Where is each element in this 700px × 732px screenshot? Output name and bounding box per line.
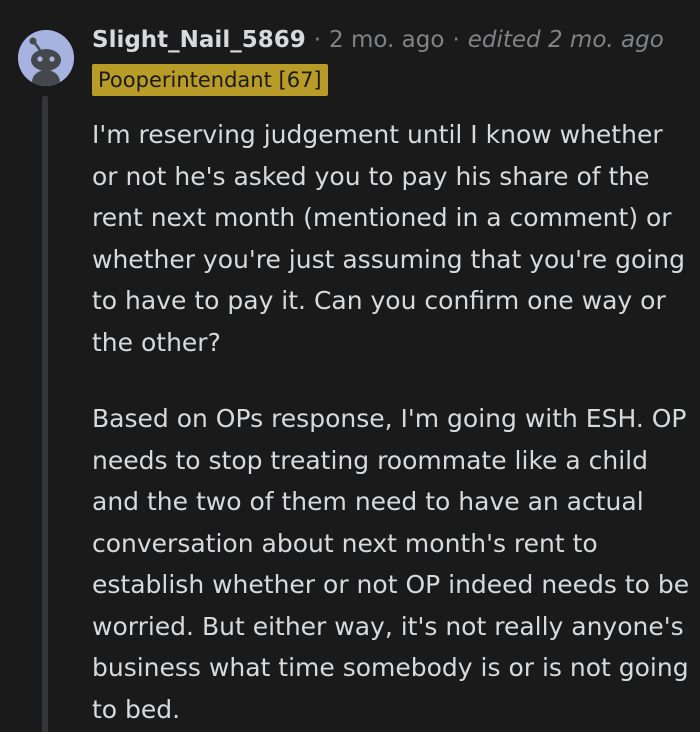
- comment-body: I'm reserving judgement until I know whe…: [92, 114, 692, 730]
- meta-separator: ·: [313, 27, 322, 53]
- comment-timestamp[interactable]: 2 mo. ago: [329, 27, 444, 53]
- snoo-avatar-icon: [18, 30, 74, 86]
- comment-header: Slight_Nail_5869 · 2 mo. ago · edited 2 …: [92, 22, 664, 58]
- username-link[interactable]: Slight_Nail_5869: [92, 27, 306, 53]
- meta-separator: ·: [452, 27, 460, 53]
- thread-collapse-line[interactable]: [42, 96, 48, 732]
- edited-timestamp: edited 2 mo. ago: [467, 27, 664, 53]
- comment-paragraph: I'm reserving judgement until I know whe…: [92, 120, 685, 357]
- comment-paragraph: Based on OPs response, I'm going with ES…: [92, 404, 690, 724]
- user-avatar[interactable]: [18, 30, 74, 86]
- user-flair: Pooperintendant [67]: [92, 64, 328, 96]
- comment: Slight_Nail_5869 · 2 mo. ago · edited 2 …: [0, 0, 700, 732]
